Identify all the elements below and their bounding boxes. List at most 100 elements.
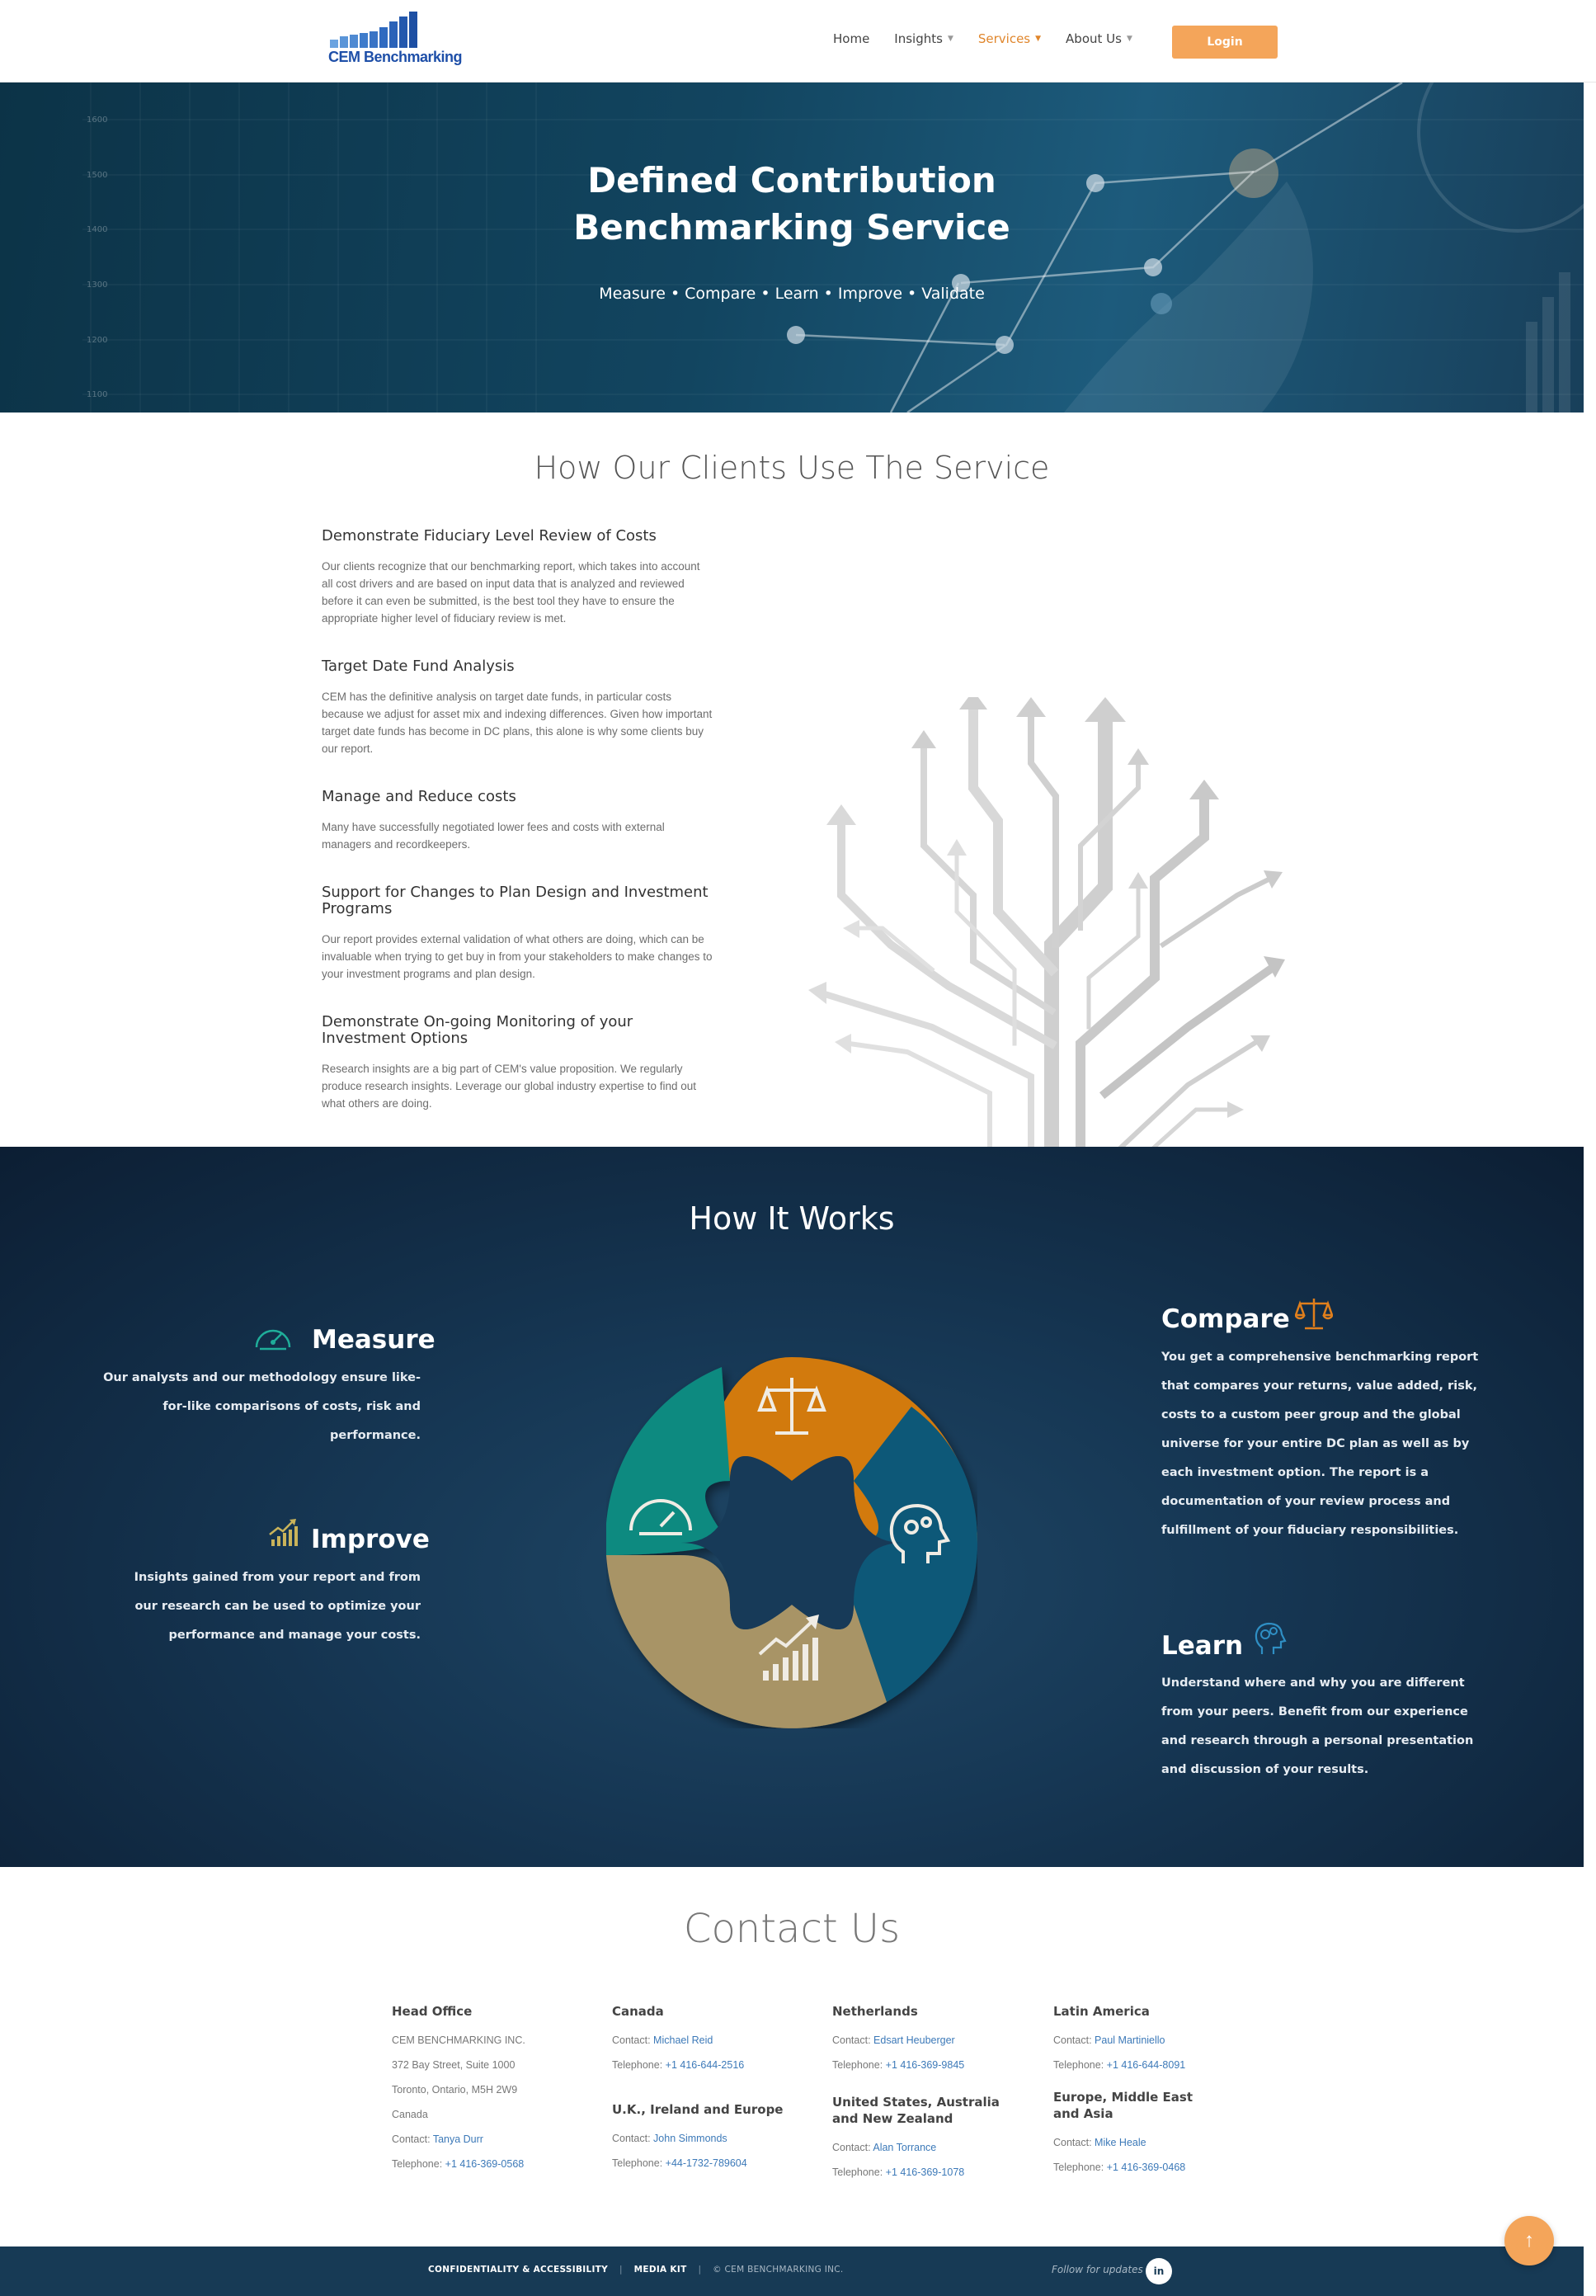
chevron-down-icon: ▼: [1126, 35, 1132, 43]
contact-title: Contact Us: [683, 1906, 901, 1952]
use-item: Support for Changes to Plan Design and I…: [322, 884, 713, 983]
office-netherlands: Netherlands Contact: Edsart Heuberger Te…: [832, 2003, 1038, 2077]
confidentiality-link[interactable]: CONFIDENTIALITY & ACCESSIBILITY: [428, 2265, 608, 2275]
telephone-label: Telephone:: [1053, 2162, 1104, 2173]
telephone-link[interactable]: +1 416-369-0468: [1107, 2162, 1186, 2173]
telephone-link[interactable]: +44-1732-789604: [666, 2157, 747, 2169]
nav-home-label: Home: [833, 31, 870, 46]
compare-text: You get a comprehensive benchmarking rep…: [1161, 1351, 1479, 1537]
cem-logo[interactable]: CEM Benchmarking: [328, 12, 463, 68]
copyright: © CEM BENCHMARKING INC.: [713, 2265, 844, 2275]
telephone-label: Telephone:: [612, 2059, 663, 2071]
office-contact: Contact: Paul Martiniello: [1053, 2028, 1259, 2053]
telephone-link[interactable]: +1 416-369-9845: [886, 2059, 965, 2071]
office-telephone: Telephone: +44-1732-789604: [612, 2151, 818, 2176]
use-item-text: Many have successfully negotiated lower …: [322, 821, 665, 851]
use-item: Target Date Fund Analysis CEM has the de…: [322, 658, 713, 757]
office-telephone: Telephone: +1 416-644-2516: [612, 2053, 818, 2077]
telephone-link[interactable]: +1 416-644-2516: [666, 2059, 745, 2071]
use-item-title: Target Date Fund Analysis: [322, 658, 515, 675]
telephone-label: Telephone:: [832, 2166, 883, 2178]
office-country: Canada: [392, 2109, 428, 2120]
tagline-word: Improve: [837, 285, 903, 303]
scales-icon: [1295, 1299, 1333, 1330]
speedometer-icon: [255, 1329, 291, 1351]
site-header: CEM Benchmarking Home Insights ▼ Services…: [0, 0, 1596, 83]
learn-title: Learn: [1161, 1631, 1244, 1661]
telephone-label: Telephone:: [392, 2158, 443, 2170]
hero-title-line1: Defined Contribution: [587, 160, 996, 200]
contact-label: Contact:: [612, 2034, 651, 2046]
footer-links: CONFIDENTIALITY & ACCESSIBILITY | MEDIA …: [428, 2265, 844, 2275]
office-emea: Europe, Middle East and Asia Contact: Mi…: [1053, 2089, 1202, 2180]
office-name: Canada: [612, 2004, 664, 2019]
telephone-link[interactable]: +1 416-369-1078: [886, 2166, 965, 2178]
office-city: Toronto, Ontario, M5H 2W9: [392, 2084, 518, 2096]
office-telephone: Telephone: +1 416-369-0468: [1053, 2155, 1202, 2180]
contact-label: Contact:: [1053, 2034, 1092, 2046]
nav-insights[interactable]: Insights ▼: [894, 31, 953, 46]
measure-title: Measure: [312, 1325, 435, 1355]
contact-person-link[interactable]: John Simmonds: [653, 2133, 727, 2144]
hero-title-line2: Benchmarking Service: [573, 207, 1010, 248]
nav-home[interactable]: Home: [833, 31, 869, 46]
office-contact: Contact: Mike Heale: [1053, 2130, 1202, 2155]
office-company: CEM BENCHMARKING INC.: [392, 2034, 525, 2046]
contact-person-link[interactable]: Tanya Durr: [433, 2133, 483, 2145]
tagline-word: Validate: [921, 285, 985, 303]
arrow-up-icon[interactable]: ↑: [1504, 2216, 1554, 2265]
office-us: United States, Australia and New Zealand…: [832, 2094, 1005, 2185]
office-head: Head Office CEM BENCHMARKING INC. 372 Ba…: [392, 2003, 598, 2176]
nav-about-label: About Us: [1066, 31, 1122, 46]
office-name: Netherlands: [832, 2004, 918, 2019]
nav-services[interactable]: Services ▼: [978, 31, 1041, 46]
wheel-segment-measure: [606, 1367, 730, 1555]
contact-label: Contact:: [392, 2133, 431, 2145]
chevron-down-icon: ▼: [947, 35, 953, 43]
process-wheel: [606, 1357, 977, 1728]
contact-person-link[interactable]: Michael Reid: [653, 2034, 713, 2046]
contact-person-link[interactable]: Mike Heale: [1095, 2137, 1146, 2148]
telephone-link[interactable]: +1 416-644-8091: [1107, 2059, 1186, 2071]
contact-label: Contact:: [832, 2142, 871, 2153]
follow-text: Follow for updates: [1052, 2264, 1143, 2275]
office-name: United States, Australia and New Zealand: [832, 2095, 1000, 2126]
telephone-link[interactable]: +1 416-369-0568: [445, 2158, 525, 2170]
axis-tick: 1600: [87, 116, 107, 125]
login-button[interactable]: Login: [1172, 26, 1278, 59]
office-contact: Contact: Edsart Heuberger: [832, 2028, 1038, 2053]
contact-label: Contact:: [612, 2133, 651, 2144]
chevron-down-icon: ▼: [1035, 35, 1042, 43]
office-contact: Contact: Michael Reid: [612, 2028, 818, 2053]
footer-divider: |: [619, 2265, 623, 2275]
use-item: Manage and Reduce costs Many have succes…: [322, 789, 713, 853]
contact-label: Contact:: [1053, 2137, 1092, 2148]
improve-title: Improve: [311, 1525, 430, 1554]
tagline-word: Compare: [685, 285, 756, 303]
office-contact: Contact: Tanya Durr: [392, 2127, 598, 2152]
uses-section-title: How Our Clients Use The Service: [534, 450, 1050, 486]
contact-person-link[interactable]: Edsart Heuberger: [873, 2034, 955, 2046]
use-item-text: Our clients recognize that our benchmark…: [322, 560, 700, 625]
contact-person-link[interactable]: Paul Martiniello: [1095, 2034, 1165, 2046]
nav-services-label: Services: [977, 31, 1031, 46]
how-it-works-title: How It Works: [689, 1200, 895, 1237]
media-kit-link[interactable]: MEDIA KIT: [634, 2265, 687, 2275]
office-telephone: Telephone: +1 416-369-1078: [832, 2160, 1005, 2185]
office-name: Europe, Middle East and Asia: [1053, 2090, 1193, 2121]
telephone-label: Telephone:: [1053, 2059, 1104, 2071]
office-canada: Canada Contact: Michael Reid Telephone: …: [612, 2003, 818, 2077]
main-nav: Home Insights ▼ Services ▼ About Us ▼: [833, 31, 1157, 46]
office-name: Head Office: [392, 2004, 473, 2019]
use-item: Demonstrate Fiduciary Level Review of Co…: [322, 528, 713, 627]
nav-insights-label: Insights: [894, 31, 943, 46]
office-latam: Latin America Contact: Paul Martiniello …: [1053, 2003, 1259, 2077]
hero-tagline: Measure • Compare • Learn • Improve • Validate: [599, 285, 985, 303]
contact-person-link[interactable]: Alan Torrance: [873, 2142, 936, 2153]
telephone-label: Telephone:: [832, 2059, 883, 2071]
linkedin-icon[interactable]: in: [1146, 2258, 1172, 2284]
compare-title: Compare: [1161, 1304, 1290, 1334]
use-item-title: Demonstrate On-going Monitoring of your …: [322, 1013, 633, 1047]
use-item-title: Demonstrate Fiduciary Level Review of Co…: [322, 527, 657, 545]
nav-about-us[interactable]: About Us ▼: [1066, 31, 1132, 46]
